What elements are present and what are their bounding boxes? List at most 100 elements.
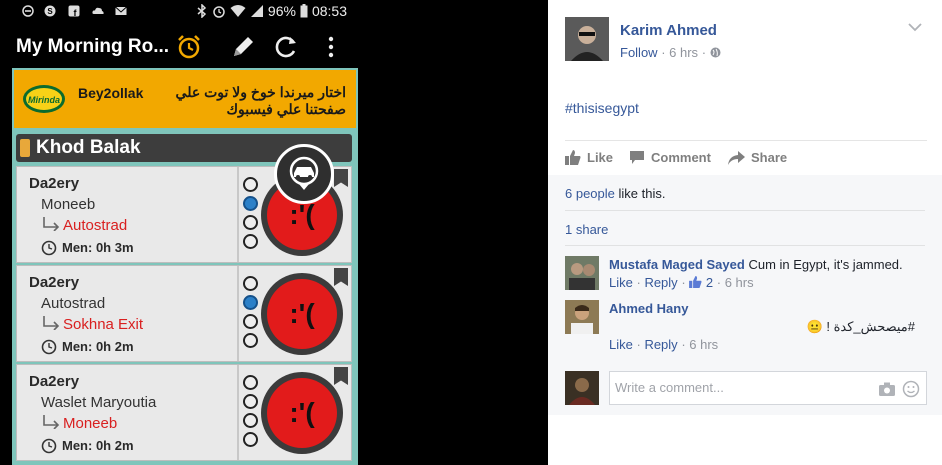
author-name[interactable]: Karim Ahmed [620, 22, 717, 39]
radio-option[interactable] [243, 234, 258, 249]
comment-reply-link[interactable]: Reply [644, 275, 677, 290]
ad-text: اختار ميرندا خوخ ولا توت علي صفحتنا علي … [175, 84, 346, 117]
globe-icon[interactable] [710, 47, 721, 58]
status-bar-right: 96% 08:53 [196, 3, 347, 19]
radio-option-selected[interactable] [243, 295, 258, 310]
alarm-clock-icon[interactable] [176, 34, 202, 60]
post-meta: Follow · 6 hrs · [620, 45, 721, 60]
post-action-bar: Like Comment Share [565, 140, 927, 174]
turn-arrow-icon [43, 217, 60, 231]
radio-option[interactable] [243, 314, 258, 329]
route-card[interactable]: Da2ery Waslet Maryoutia Moneeb Men: 0h 2… [16, 364, 352, 461]
comment-time[interactable]: 6 hrs [689, 337, 718, 352]
like-label: Like [587, 150, 614, 165]
like-button[interactable]: Like [565, 150, 613, 165]
comment-text: #ميصحش_كدة ! 😐 [806, 319, 915, 334]
status-radios[interactable] [243, 375, 259, 451]
route-time: Men: 0h 2m [62, 339, 134, 354]
radio-option[interactable] [243, 177, 258, 192]
comment-like-count[interactable]: 2 [706, 275, 713, 290]
follow-link[interactable]: Follow [620, 45, 658, 60]
mail-icon [115, 6, 127, 15]
likes-summary: 6 people like this. [565, 186, 665, 201]
comment-meta: Like · Reply · 6 hrs [609, 337, 719, 352]
comment-author[interactable]: Ahmed Hany [609, 301, 688, 316]
emoji-icon[interactable] [902, 380, 920, 398]
sad-face-indicator[interactable]: :'( [261, 372, 343, 454]
route-details: Da2ery Moneeb Autostrad Men: 0h 3m [17, 167, 239, 262]
bookmark-icon[interactable] [334, 268, 348, 286]
route-card[interactable]: Da2ery Autostrad Sokhna Exit Men: 0h 2m … [16, 265, 352, 362]
skype-icon: S [44, 5, 56, 17]
comment-like-link[interactable]: Like [609, 275, 633, 290]
sad-face-indicator[interactable]: :'( [261, 273, 343, 355]
comment-input[interactable] [615, 380, 855, 395]
route-time: Men: 0h 2m [62, 438, 134, 453]
route-from: Da2ery [29, 373, 80, 390]
clock-icon [41, 240, 57, 256]
battery-icon [300, 4, 308, 18]
likes-link[interactable]: 6 people [565, 186, 615, 201]
comment-time[interactable]: 6 hrs [725, 275, 754, 290]
svg-text:S: S [47, 7, 53, 16]
radio-option[interactable] [243, 215, 258, 230]
bookmark-icon[interactable] [334, 169, 348, 187]
divider [565, 245, 925, 246]
radio-option[interactable] [243, 375, 258, 390]
radio-option[interactable] [243, 432, 258, 447]
radio-option[interactable] [243, 276, 258, 291]
route-to: Autostrad [63, 217, 128, 234]
route-via: Autostrad [41, 295, 106, 312]
comment-box[interactable] [609, 371, 927, 405]
status-time: 08:53 [311, 3, 347, 19]
camera-icon[interactable] [878, 380, 896, 398]
share-button[interactable]: Share [728, 150, 787, 165]
app-title: My Morning Ro... [16, 36, 170, 57]
ad-brand: Bey2ollak [78, 85, 144, 101]
post-time[interactable]: 6 hrs [669, 45, 698, 60]
comment-like-link[interactable]: Like [609, 337, 633, 352]
comment-author[interactable]: Mustafa Maged Sayed [609, 257, 745, 272]
refresh-icon[interactable] [273, 34, 299, 60]
overflow-menu-icon[interactable] [318, 34, 344, 60]
radio-option[interactable] [243, 394, 258, 409]
post-text[interactable]: #thisisegypt [565, 100, 639, 116]
status-radios[interactable] [243, 177, 259, 253]
status-bar: S f 96% 08:53 [0, 0, 365, 24]
comment-label: Comment [651, 150, 711, 165]
status-radios[interactable] [243, 276, 259, 352]
commenter-avatar[interactable] [565, 256, 599, 290]
radio-option[interactable] [243, 413, 258, 428]
comment-button[interactable]: Comment [629, 150, 711, 165]
radio-option-selected[interactable] [243, 196, 258, 211]
radio-option[interactable] [243, 333, 258, 348]
route-time: Men: 0h 3m [62, 240, 134, 255]
phone-screenshot: S f 96% 08:53 My Morning Ro... Mirinda B… [0, 0, 548, 465]
meta-separator: · [661, 45, 670, 60]
route-from: Da2ery [29, 274, 80, 291]
share-arrow-icon [728, 150, 745, 165]
commenter-avatar[interactable] [565, 300, 599, 334]
do-not-disturb-icon [22, 5, 34, 17]
facebook-post: Karim Ahmed Follow · 6 hrs · #thisisegyp… [548, 0, 942, 465]
route-details: Da2ery Autostrad Sokhna Exit Men: 0h 2m [17, 266, 239, 361]
car-location-pin-icon[interactable] [274, 144, 334, 204]
comment-reply-link[interactable]: Reply [644, 337, 677, 352]
clock-icon [41, 339, 57, 355]
route-to: Sokhna Exit [63, 316, 144, 333]
battery-percent: 96% [267, 3, 296, 19]
section-marker [20, 139, 30, 157]
svg-text:Mirinda: Mirinda [28, 95, 60, 105]
edit-pencil-icon[interactable] [230, 34, 256, 60]
comment-bubble-icon [630, 151, 644, 164]
current-user-avatar [565, 371, 599, 405]
route-details: Da2ery Waslet Maryoutia Moneeb Men: 0h 2… [17, 365, 239, 460]
bookmark-icon[interactable] [334, 367, 348, 385]
shares-link[interactable]: 1 share [565, 222, 608, 237]
turn-arrow-icon [43, 415, 60, 429]
app-bar: My Morning Ro... [0, 24, 365, 70]
chevron-down-icon[interactable] [908, 22, 922, 32]
author-avatar[interactable] [565, 17, 609, 61]
wifi-icon [230, 5, 246, 17]
ad-banner[interactable]: Mirinda Bey2ollak اختار ميرندا خوخ ولا ت… [14, 70, 356, 128]
